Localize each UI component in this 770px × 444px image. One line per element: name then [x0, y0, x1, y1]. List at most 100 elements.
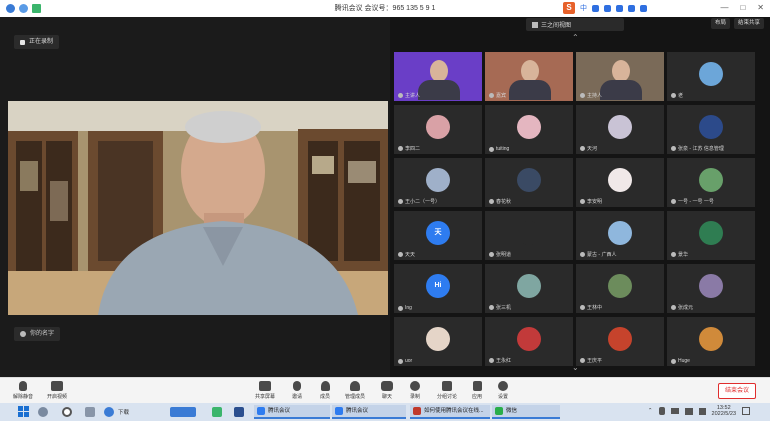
start-video-button[interactable]: 开启视频	[44, 381, 70, 400]
tray-network-icon[interactable]	[670, 408, 679, 414]
browser-icon[interactable]	[104, 407, 114, 417]
taskbar-clock[interactable]: 13:52 2022/5/23	[712, 405, 736, 417]
participant-name-tag: 嘉宾	[489, 92, 569, 99]
taskbar-app-wechat[interactable]: 微信	[492, 405, 560, 419]
share-screen-button[interactable]: 共享屏幕	[252, 381, 278, 400]
participant-name-tag: 张明道	[489, 251, 569, 258]
participant-tile[interactable]: 张明道	[485, 211, 573, 260]
participant-tile[interactable]: 张成元	[667, 264, 755, 313]
participant-tile[interactable]: uor	[394, 317, 482, 366]
manage-members-button[interactable]: 管理成员	[342, 381, 368, 400]
participant-tile[interactable]: tuiting	[485, 105, 573, 154]
participant-avatar	[517, 115, 541, 139]
notification-icon[interactable]	[742, 407, 750, 415]
participant-tile[interactable]: Hi Ing	[394, 264, 482, 313]
participant-tile[interactable]: 张泉 - 江苏 信息管理	[667, 105, 755, 154]
ime-mode-label[interactable]: 中	[580, 3, 587, 13]
participant-name: 王小二（一号）	[405, 199, 441, 205]
maximize-button[interactable]: □	[740, 3, 745, 12]
ime-punct-icon[interactable]	[592, 4, 599, 12]
search-icon[interactable]	[38, 407, 48, 417]
page-down-chevron-icon[interactable]: ⌄	[572, 363, 579, 372]
taskbar-app-document[interactable]: 如何使用腾讯会议在线...	[410, 405, 490, 419]
taskbar-app-meeting-2[interactable]: 腾讯会议	[332, 405, 406, 419]
page-up-chevron-icon[interactable]: ⌃	[572, 33, 579, 42]
sogou-ime-icon[interactable]: S	[563, 2, 575, 14]
participant-name: tuiting	[496, 146, 510, 152]
participant-tile[interactable]: 景华	[667, 211, 755, 260]
participant-tile[interactable]: Huge	[667, 317, 755, 366]
window-controls: — □ ✕	[720, 3, 764, 12]
windows-start-icon[interactable]	[18, 406, 29, 417]
tray-mic-icon[interactable]	[658, 407, 665, 415]
members-button[interactable]: 成员	[312, 381, 338, 400]
participant-tile[interactable]: 一号 - 一号 一号	[667, 158, 755, 207]
taskbar-app-label: 如何使用腾讯会议在线...	[424, 408, 484, 414]
stop-share-button[interactable]: 结束共享	[733, 18, 764, 29]
participant-tile[interactable]: 主讲人	[394, 52, 482, 101]
speaker-name-tag: 你的名字	[14, 327, 61, 341]
participant-avatar	[699, 327, 723, 351]
muted-mic-icon	[580, 358, 585, 363]
participant-tile[interactable]: 王庆平	[576, 317, 664, 366]
ime-toolbox-icon[interactable]	[640, 4, 647, 12]
participant-name-tag: Huge	[671, 358, 751, 364]
recording-icon	[20, 39, 25, 45]
participant-tile[interactable]: 主持人	[576, 52, 664, 101]
participant-tile[interactable]: 王小二（一号）	[394, 158, 482, 207]
ps-app-icon[interactable]	[234, 407, 244, 417]
taskbar-app-meeting-1[interactable]: 腾讯会议	[254, 405, 330, 419]
settings-button[interactable]: 设置	[490, 381, 516, 400]
tray-volume-icon[interactable]	[684, 407, 693, 415]
tray-input-icon[interactable]	[698, 407, 706, 415]
participant-tile[interactable]: 天天天	[394, 211, 482, 260]
participant-tile[interactable]: 王林中	[576, 264, 664, 313]
participant-tile[interactable]: 李四二	[394, 105, 482, 154]
ime-keyboard-icon[interactable]	[616, 4, 623, 12]
ime-skin-icon[interactable]	[628, 4, 635, 12]
participant-name-tag: 主讲人	[398, 92, 478, 99]
unmute-button[interactable]: 解除静音	[10, 381, 36, 400]
participant-name: 张成元	[678, 305, 694, 311]
green-app-icon[interactable]	[212, 407, 222, 417]
record-button[interactable]: 录制	[402, 381, 428, 400]
task-view-icon[interactable]	[85, 407, 95, 417]
meeting-toolbar: 解除静音 开启视频 共享屏幕 邀请 成员 管理成员 聊天 录制 分组讨论 应用 …	[0, 377, 770, 403]
participant-tile[interactable]: 春花秋	[485, 158, 573, 207]
wps-icon	[413, 407, 421, 415]
layout-button[interactable]: 布局	[710, 18, 730, 29]
muted-mic-icon	[580, 305, 585, 310]
tray-overflow-chevron-icon[interactable]: ⌃	[648, 408, 653, 414]
minimize-button[interactable]: —	[720, 3, 728, 12]
system-tray: ⌃ 13:52 2022/5/23	[648, 405, 750, 417]
participant-tile[interactable]: 张三机	[485, 264, 573, 313]
record-icon	[410, 381, 420, 391]
participant-tile[interactable]: 李安明	[576, 158, 664, 207]
participant-name-tag: 春花秋	[489, 198, 569, 205]
pinned-app-icon[interactable]	[170, 407, 196, 417]
participant-tile[interactable]: 天河	[576, 105, 664, 154]
participant-tile[interactable]: 王永红	[485, 317, 573, 366]
speaker-video[interactable]	[8, 101, 388, 315]
end-meeting-button[interactable]: 结束会议	[717, 383, 756, 399]
participant-name: 王林中	[587, 305, 603, 311]
chat-button[interactable]: 聊天	[374, 381, 400, 400]
participant-tile[interactable]: 蒙古 - 广西人	[576, 211, 664, 260]
recording-badge[interactable]: 正在录制	[14, 35, 60, 49]
breakout-button[interactable]: 分组讨论	[434, 381, 460, 400]
participant-tile[interactable]: 嘉宾	[485, 52, 573, 101]
ime-voice-icon[interactable]	[604, 4, 611, 12]
invite-button[interactable]: 邀请	[284, 381, 310, 400]
view-switcher[interactable]: 三之间视图	[526, 18, 624, 31]
participant-name: 王庆平	[587, 358, 603, 364]
taskbar-search-text[interactable]: 下载	[118, 408, 129, 416]
participant-name-tag: 李四二	[398, 145, 478, 152]
close-button[interactable]: ✕	[757, 3, 764, 12]
apps-button[interactable]: 应用	[464, 381, 490, 400]
muted-mic-icon	[398, 305, 403, 311]
participant-name: 天河	[587, 146, 598, 152]
participant-tile[interactable]: 老	[667, 52, 755, 101]
participant-avatar	[608, 168, 632, 192]
cortana-icon[interactable]	[62, 407, 72, 417]
input-method-bar[interactable]: S 中	[563, 2, 647, 14]
